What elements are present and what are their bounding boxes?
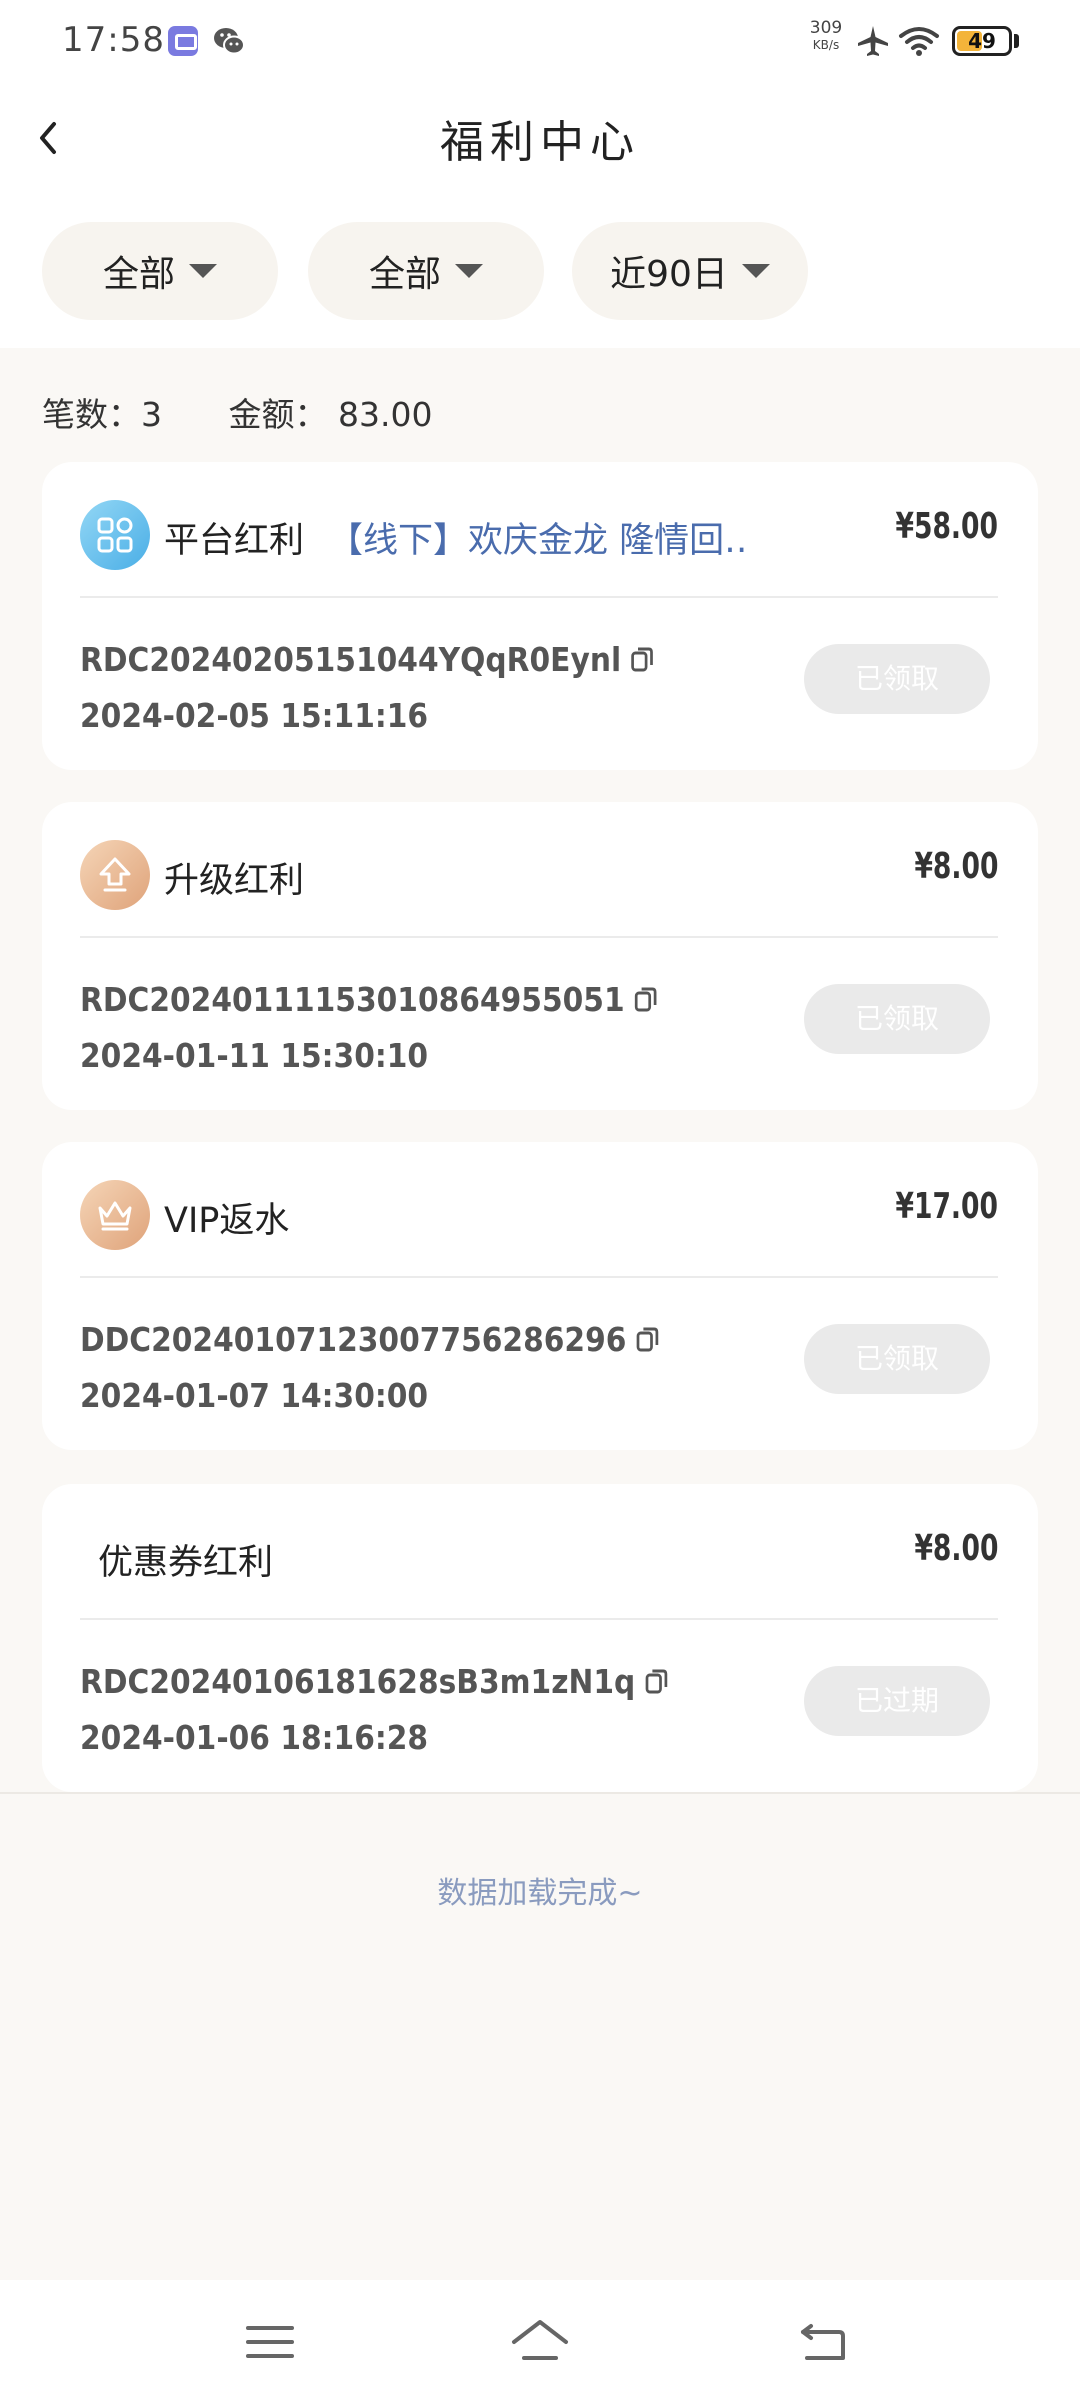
status-button[interactable]: 已过期 <box>804 1666 990 1736</box>
record-card[interactable]: VIP返水 ¥17.00 DDC20240107123007756286296 … <box>42 1142 1038 1450</box>
filter-type-dropdown[interactable]: 全部 <box>42 222 278 320</box>
caret-down-icon <box>189 264 217 278</box>
filter-status-dropdown[interactable]: 全部 <box>308 222 544 320</box>
record-description-link[interactable]: 【线下】欢庆金龙 隆情回… <box>328 512 748 563</box>
copy-icon[interactable] <box>630 644 655 674</box>
battery-level: 49 <box>968 29 996 53</box>
copy-icon[interactable] <box>644 1666 669 1696</box>
divider <box>80 596 998 598</box>
record-datetime: 2024-01-07 14:30:00 <box>80 1376 429 1415</box>
filter-label: 全部 <box>368 254 441 295</box>
record-id-row: DDC20240107123007756286296 <box>80 1320 661 1359</box>
card-header: VIP返水 ¥17.00 <box>80 1180 998 1250</box>
record-amount: ¥8.00 <box>913 1528 998 1569</box>
airplane-icon <box>858 26 888 56</box>
menu-icon[interactable] <box>240 2314 300 2370</box>
divider <box>80 1618 998 1620</box>
record-type: VIP返水 <box>164 1201 290 1241</box>
card-header: 优惠券红利 ¥8.00 <box>80 1522 998 1592</box>
chevron-left-icon <box>40 122 56 154</box>
record-datetime: 2024-02-05 15:11:16 <box>80 696 429 735</box>
wifi-icon <box>899 27 939 56</box>
record-count: 笔数：3 <box>42 395 162 434</box>
back-icon[interactable] <box>795 2314 855 2370</box>
record-id: RDC20240205151044YQqR0Eynl <box>80 640 622 679</box>
status-time: 17:58 <box>62 20 165 60</box>
grid-icon <box>80 500 150 570</box>
page-title: 福利中心 <box>440 117 640 168</box>
divider <box>80 1276 998 1278</box>
record-card[interactable]: 平台红利 【线下】欢庆金龙 隆情回… ¥58.00 RDC20240205151… <box>42 462 1038 770</box>
record-datetime: 2024-01-11 15:30:10 <box>80 1036 429 1075</box>
record-type: 优惠券红利 <box>98 1543 274 1583</box>
record-id: DDC20240107123007756286296 <box>80 1320 627 1359</box>
home-icon[interactable] <box>510 2314 570 2370</box>
app-icon <box>168 26 198 56</box>
divider <box>80 936 998 938</box>
filter-label: 全部 <box>102 254 175 295</box>
record-type: 升级红利 <box>164 861 305 901</box>
list-divider <box>0 1792 1080 1794</box>
record-amount: ¥58.00 <box>895 506 998 547</box>
upgrade-arrow-icon <box>80 840 150 910</box>
status-button[interactable]: 已领取 <box>804 1324 990 1394</box>
status-button[interactable]: 已领取 <box>804 644 990 714</box>
status-button[interactable]: 已领取 <box>804 984 990 1054</box>
record-type: 平台红利 <box>164 521 305 561</box>
net-speed-unit: KB/s <box>812 38 840 52</box>
record-id-row: RDC20240106181628sB3m1zN1q <box>80 1662 670 1701</box>
total-amount: 金额： 83.00 <box>228 395 433 434</box>
record-id-row: RDC20240111153010864955051 <box>80 980 659 1019</box>
net-speed-value: 309 <box>809 18 843 38</box>
record-id-row: RDC20240205151044YQqR0Eynl <box>80 640 655 679</box>
card-header: 平台红利 【线下】欢庆金龙 隆情回… ¥58.00 <box>80 500 998 570</box>
battery-icon: 49 <box>952 26 1012 56</box>
caret-down-icon <box>741 264 770 278</box>
record-card[interactable]: 升级红利 ¥8.00 RDC20240111153010864955051 20… <box>42 802 1038 1110</box>
summary: 笔数：3 金额： 83.00 <box>42 388 488 436</box>
record-datetime: 2024-01-06 18:16:28 <box>80 1718 429 1757</box>
record-amount: ¥8.00 <box>913 846 998 887</box>
navigation-bar <box>0 2280 1080 2408</box>
filter-period-dropdown[interactable]: 近90日 <box>572 222 808 320</box>
copy-icon[interactable] <box>634 984 659 1014</box>
filter-label: 近90日 <box>610 254 728 295</box>
status-bar: 17:58 309 KB/s 49 <box>0 0 1080 84</box>
record-id: RDC20240111153010864955051 <box>80 980 625 1019</box>
record-card[interactable]: 优惠券红利 ¥8.00 RDC20240106181628sB3m1zN1q 2… <box>42 1484 1038 1792</box>
net-speed: 309 KB/s <box>806 20 846 54</box>
copy-icon[interactable] <box>635 1324 660 1354</box>
card-header: 升级红利 ¥8.00 <box>80 840 998 910</box>
record-amount: ¥17.00 <box>895 1186 998 1227</box>
wechat-icon <box>214 28 245 55</box>
battery-tip <box>1014 34 1019 48</box>
record-id: RDC20240106181628sB3m1zN1q <box>80 1662 636 1701</box>
back-button[interactable] <box>26 112 72 164</box>
crown-icon <box>80 1180 150 1250</box>
list-footer: 数据加载完成~ <box>437 1876 643 1911</box>
caret-down-icon <box>455 264 483 278</box>
